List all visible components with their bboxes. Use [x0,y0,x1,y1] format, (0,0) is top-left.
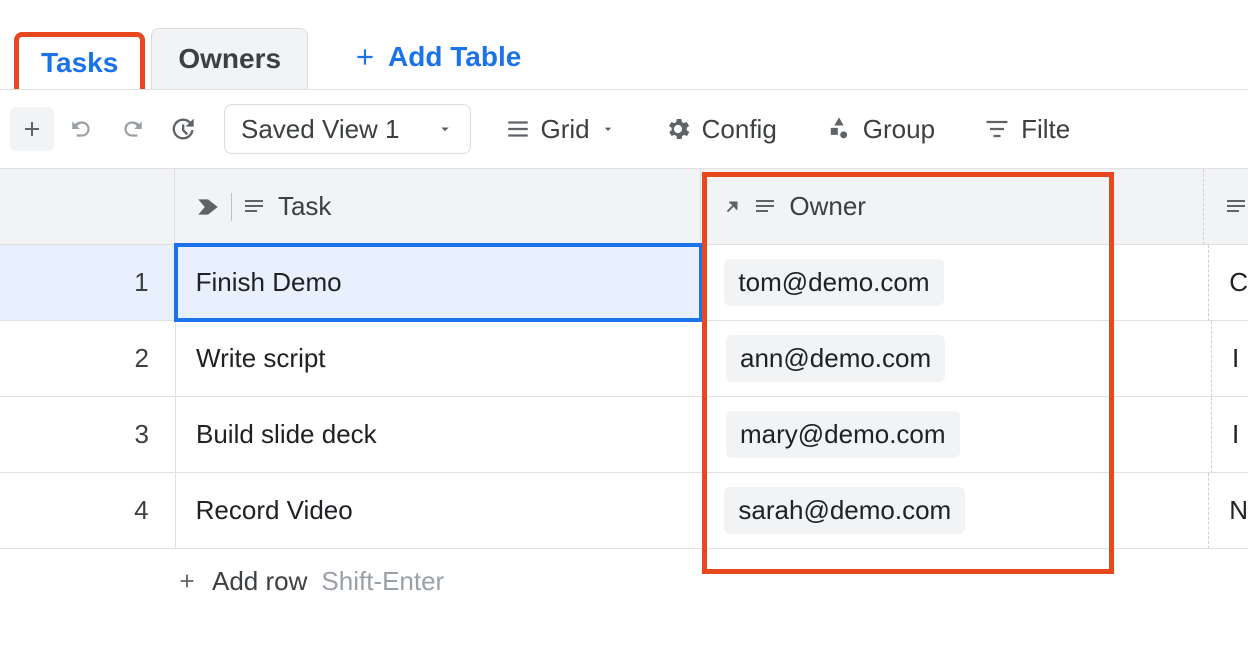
cell-task[interactable]: Record Video [176,473,705,549]
filter-label: Filte [1021,114,1070,145]
history-icon [168,115,196,143]
cell-owner[interactable]: ann@demo.com [706,321,1212,397]
add-button[interactable] [10,107,54,151]
cell-extra[interactable]: C [1209,245,1248,321]
filter-button[interactable]: Filte [969,106,1084,153]
cell-extra[interactable]: I [1212,397,1248,473]
cell-extra[interactable]: N [1209,473,1248,549]
table-row[interactable]: 2 Write script ann@demo.com I [0,321,1248,397]
cell-task[interactable]: Write script [176,321,706,397]
cell-task-value: Finish Demo [196,267,342,298]
add-table-label: Add Table [388,41,521,73]
text-icon [242,195,266,219]
group-label: Group [863,114,935,145]
grid-label: Grid [541,114,590,145]
group-button[interactable]: Group [811,106,949,153]
filter-icon [983,115,1011,143]
cell-owner-value: ann@demo.com [726,335,945,382]
chevron-down-icon [600,121,616,137]
cell-owner[interactable]: tom@demo.com [704,245,1209,321]
tag-icon [195,194,221,220]
add-row-button[interactable]: Add row Shift-Enter [0,549,1248,613]
plus-icon [176,570,198,592]
cell-extra[interactable]: I [1212,321,1248,397]
data-grid: Task Owner 1 Finish Demo [0,169,1248,613]
toolbar: Saved View 1 Grid Config Group Filte [0,90,1248,169]
chevron-down-icon [436,120,454,138]
undo-button[interactable] [60,107,104,151]
saved-view-label: Saved View 1 [241,114,400,145]
shapes-icon [825,115,853,143]
cell-owner[interactable]: sarah@demo.com [704,473,1209,549]
redo-button[interactable] [110,107,154,151]
config-label: Config [702,114,777,145]
cell-owner-value: mary@demo.com [726,411,960,458]
config-button[interactable]: Config [650,106,791,153]
column-header-extra[interactable] [1204,169,1248,245]
add-row-hint: Shift-Enter [321,566,444,597]
row-number: 3 [0,397,176,473]
gear-icon [664,115,692,143]
undo-icon [69,116,95,142]
table-row[interactable]: 1 Finish Demo tom@demo.com C [0,245,1248,321]
column-header-task-label: Task [278,191,331,222]
plus-icon [352,44,378,70]
column-header-owner[interactable]: Owner [701,169,1204,245]
add-row-label: Add row [212,566,307,597]
text-icon [753,195,777,219]
cell-owner-value: sarah@demo.com [724,487,965,534]
rownum-header [0,169,175,245]
column-header-owner-label: Owner [789,191,866,222]
tab-owners[interactable]: Owners [151,28,308,89]
text-icon [1224,195,1248,219]
header-row: Task Owner [0,169,1248,245]
cell-owner-value: tom@demo.com [724,259,943,306]
cell-task[interactable]: Build slide deck [176,397,706,473]
cell-owner[interactable]: mary@demo.com [706,397,1212,473]
table-row[interactable]: 3 Build slide deck mary@demo.com I [0,397,1248,473]
row-number: 4 [0,473,176,549]
tab-tasks[interactable]: Tasks [14,32,145,89]
history-button[interactable] [160,107,204,151]
tabs-bar: Tasks Owners Add Table [0,0,1248,90]
list-icon [505,116,531,142]
column-header-task[interactable]: Task [175,169,701,245]
add-table-button[interactable]: Add Table [332,27,541,87]
redo-icon [119,116,145,142]
row-number: 2 [0,321,176,397]
grid-select[interactable]: Grid [491,106,630,153]
cell-task[interactable]: Finish Demo [176,245,705,321]
saved-view-select[interactable]: Saved View 1 [224,104,471,154]
arrow-up-right-icon [721,196,743,218]
plus-icon [20,117,44,141]
row-number: 1 [0,245,176,321]
table-row[interactable]: 4 Record Video sarah@demo.com N [0,473,1248,549]
